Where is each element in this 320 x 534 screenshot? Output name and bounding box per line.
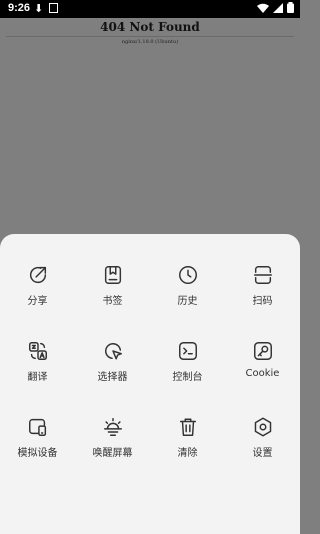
menu-item-selector[interactable]: 选择器 [75, 336, 150, 412]
page-heading: 404 Not Found [100, 20, 200, 34]
scan-icon [253, 266, 272, 284]
menu-item-share[interactable]: 分享 [0, 260, 75, 336]
battery-icon [287, 2, 294, 13]
tools-grid: 分享 书签 历史 扫码 翻译 选择器 控制台 Cookie 模拟设备 唤醒屏幕 … [0, 260, 300, 488]
signal-icon [273, 2, 283, 13]
bookmark-icon [104, 266, 121, 284]
menu-item-scan[interactable]: 扫码 [225, 260, 300, 336]
menu-item-label: 清除 [177, 448, 198, 459]
status-bar: 9:26 ⬇ [0, 0, 300, 18]
menu-item-cookie[interactable]: Cookie [225, 336, 300, 412]
menu-item-label: 历史 [177, 296, 198, 307]
menu-item-label: 设置 [252, 448, 273, 459]
server-info: nginx/1.18.0 (Ubuntu) [121, 39, 179, 45]
menu-item-label: 书签 [102, 296, 123, 307]
menu-item-label: 模拟设备 [17, 448, 58, 459]
wake-screen-icon [103, 418, 122, 436]
selector-icon [104, 343, 122, 360]
download-icon: ⬇ [34, 3, 44, 15]
menu-item-device-emulation[interactable]: 模拟设备 [0, 412, 75, 488]
settings-icon [254, 417, 271, 437]
notification-icon [49, 3, 58, 13]
menu-item-clear[interactable]: 清除 [150, 412, 225, 488]
history-icon [178, 266, 197, 284]
menu-item-bookmark[interactable]: 书签 [75, 260, 150, 336]
menu-item-wake-screen[interactable]: 唤醒屏幕 [75, 412, 150, 488]
menu-item-label: 翻译 [27, 372, 48, 383]
menu-item-console[interactable]: 控制台 [150, 336, 225, 412]
menu-item-label: 控制台 [172, 372, 203, 383]
menu-item-label: 选择器 [97, 372, 128, 383]
menu-item-label: 分享 [27, 296, 48, 307]
cookie-icon [253, 342, 272, 360]
wifi-icon [257, 3, 269, 13]
menu-item-label: 唤醒屏幕 [92, 448, 133, 459]
menu-item-translate[interactable]: 翻译 [0, 336, 75, 412]
device-icon [28, 418, 46, 436]
menu-item-label: Cookie [245, 368, 280, 379]
menu-item-label: 扫码 [252, 296, 273, 307]
divider [6, 36, 294, 37]
menu-item-settings[interactable]: 设置 [225, 412, 300, 488]
trash-icon [179, 418, 196, 436]
status-time: 9:26 [8, 2, 31, 14]
menu-item-history[interactable]: 历史 [150, 260, 225, 336]
tools-bottom-sheet: 分享 书签 历史 扫码 翻译 选择器 控制台 Cookie 模拟设备 唤醒屏幕 … [0, 234, 300, 534]
status-indicators [257, 2, 294, 13]
translate-icon [28, 342, 47, 360]
console-icon [178, 342, 197, 360]
share-icon [29, 266, 46, 284]
